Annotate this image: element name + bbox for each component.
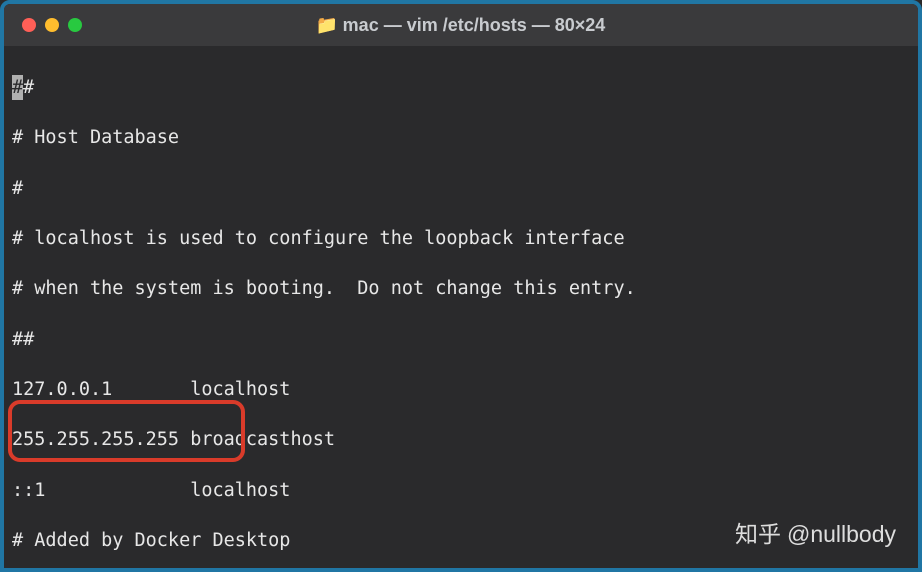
file-line: ##	[12, 75, 910, 100]
terminal-viewport[interactable]: ## # Host Database # # localhost is used…	[4, 46, 918, 568]
file-line: 127.0.0.1 localhost	[12, 377, 910, 402]
window-title-label: mac — vim /etc/hosts — 80×24	[343, 15, 606, 36]
file-line: # Host Database	[12, 125, 910, 150]
minimize-window-button[interactable]	[45, 18, 59, 32]
close-window-button[interactable]	[22, 18, 36, 32]
file-line: 255.255.255.255 broadcasthost	[12, 427, 910, 452]
maximize-window-button[interactable]	[68, 18, 82, 32]
zhihu-icon: 知乎	[735, 519, 781, 550]
watermark-text: @nullbody	[787, 519, 896, 550]
file-line: # when the system is booting. Do not cha…	[12, 276, 910, 301]
file-line: ##	[12, 327, 910, 352]
file-line: #	[12, 176, 910, 201]
folder-icon: 📁	[317, 15, 337, 35]
file-line: ::1 localhost	[12, 478, 910, 503]
file-line: # localhost is used to configure the loo…	[12, 226, 910, 251]
cursor: #	[12, 75, 23, 100]
window-title: 📁 mac — vim /etc/hosts — 80×24	[317, 15, 606, 36]
window-titlebar: 📁 mac — vim /etc/hosts — 80×24	[4, 4, 918, 46]
traffic-lights	[22, 18, 82, 32]
watermark: 知乎 @nullbody	[735, 519, 896, 550]
